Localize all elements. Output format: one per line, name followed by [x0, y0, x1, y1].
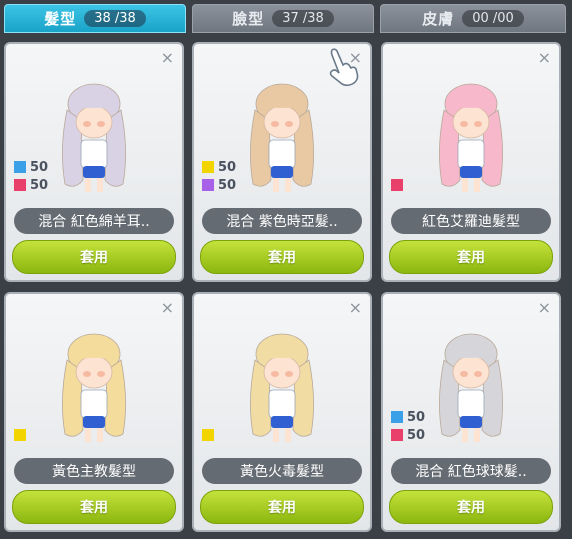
stat-value: 50	[30, 177, 49, 193]
apply-button[interactable]: 套用	[200, 490, 364, 524]
stat-row: 50	[14, 158, 48, 176]
stat-row: 50	[391, 408, 425, 426]
tab-hair-count: 38 /38	[84, 10, 146, 27]
stat-list: 50 50	[14, 158, 48, 194]
stat-row	[14, 426, 30, 444]
stat-list	[391, 176, 407, 194]
stat-color-swatch	[202, 161, 214, 173]
apply-button[interactable]: 套用	[200, 240, 364, 274]
stat-row: 50	[391, 426, 425, 444]
close-icon[interactable]: ×	[161, 298, 174, 317]
stat-row: 50	[14, 176, 48, 194]
tab-hair[interactable]: 髮型 38 /38	[4, 4, 186, 33]
close-icon[interactable]: ×	[161, 48, 174, 67]
item-card[interactable]: × 50 50 混合 紅色球球髮.. 套用	[381, 292, 561, 532]
stat-list	[202, 426, 218, 444]
apply-button[interactable]: 套用	[389, 490, 553, 524]
stat-color-swatch	[14, 179, 26, 191]
item-name: 黃色主教髮型	[14, 458, 174, 484]
stat-value: 50	[30, 159, 49, 175]
item-card[interactable]: × 50 50 混合 紅色綿羊耳.. 套用	[4, 42, 184, 282]
tab-hair-label: 髮型	[44, 10, 77, 28]
tab-skin[interactable]: 皮膚 00 /00	[380, 4, 566, 33]
close-icon[interactable]: ×	[349, 298, 362, 317]
item-card[interactable]: × 黃色主教髮型套用	[4, 292, 184, 532]
item-name: 紅色艾羅迪髮型	[391, 208, 551, 234]
tab-face[interactable]: 臉型 37 /38	[192, 4, 374, 33]
hand-cursor-icon	[329, 48, 359, 86]
stat-value: 50	[407, 409, 426, 425]
stat-row	[391, 176, 407, 194]
stat-color-swatch	[391, 429, 403, 441]
close-icon[interactable]: ×	[538, 298, 551, 317]
item-name: 混合 紫色時亞髮..	[202, 208, 362, 234]
tab-bar: 髮型 38 /38 臉型 37 /38 皮膚 00 /00	[0, 0, 572, 34]
stat-color-swatch	[391, 411, 403, 423]
stat-list	[14, 426, 30, 444]
apply-button[interactable]: 套用	[12, 240, 176, 274]
tab-face-count: 37 /38	[272, 10, 334, 27]
stat-row: 50	[202, 176, 236, 194]
stat-row	[202, 426, 218, 444]
stat-color-swatch	[14, 429, 26, 441]
tab-skin-count: 00 /00	[462, 10, 524, 27]
apply-button[interactable]: 套用	[389, 240, 553, 274]
item-card[interactable]: × 紅色艾羅迪髮型套用	[381, 42, 561, 282]
item-name: 混合 紅色球球髮..	[391, 458, 551, 484]
item-card[interactable]: × 黃色火毒髮型套用	[192, 292, 372, 532]
item-name: 黃色火毒髮型	[202, 458, 362, 484]
close-icon[interactable]: ×	[538, 48, 551, 67]
tab-face-label: 臉型	[232, 10, 265, 28]
stat-color-swatch	[391, 179, 403, 191]
stat-color-swatch	[202, 429, 214, 441]
stat-color-swatch	[202, 179, 214, 191]
stat-row: 50	[202, 158, 236, 176]
stat-value: 50	[218, 177, 237, 193]
item-name: 混合 紅色綿羊耳..	[14, 208, 174, 234]
stat-color-swatch	[14, 161, 26, 173]
stat-value: 50	[407, 427, 426, 443]
tab-skin-label: 皮膚	[422, 10, 455, 28]
stat-list: 50 50	[202, 158, 236, 194]
stat-list: 50 50	[391, 408, 425, 444]
apply-button[interactable]: 套用	[12, 490, 176, 524]
stat-value: 50	[218, 159, 237, 175]
